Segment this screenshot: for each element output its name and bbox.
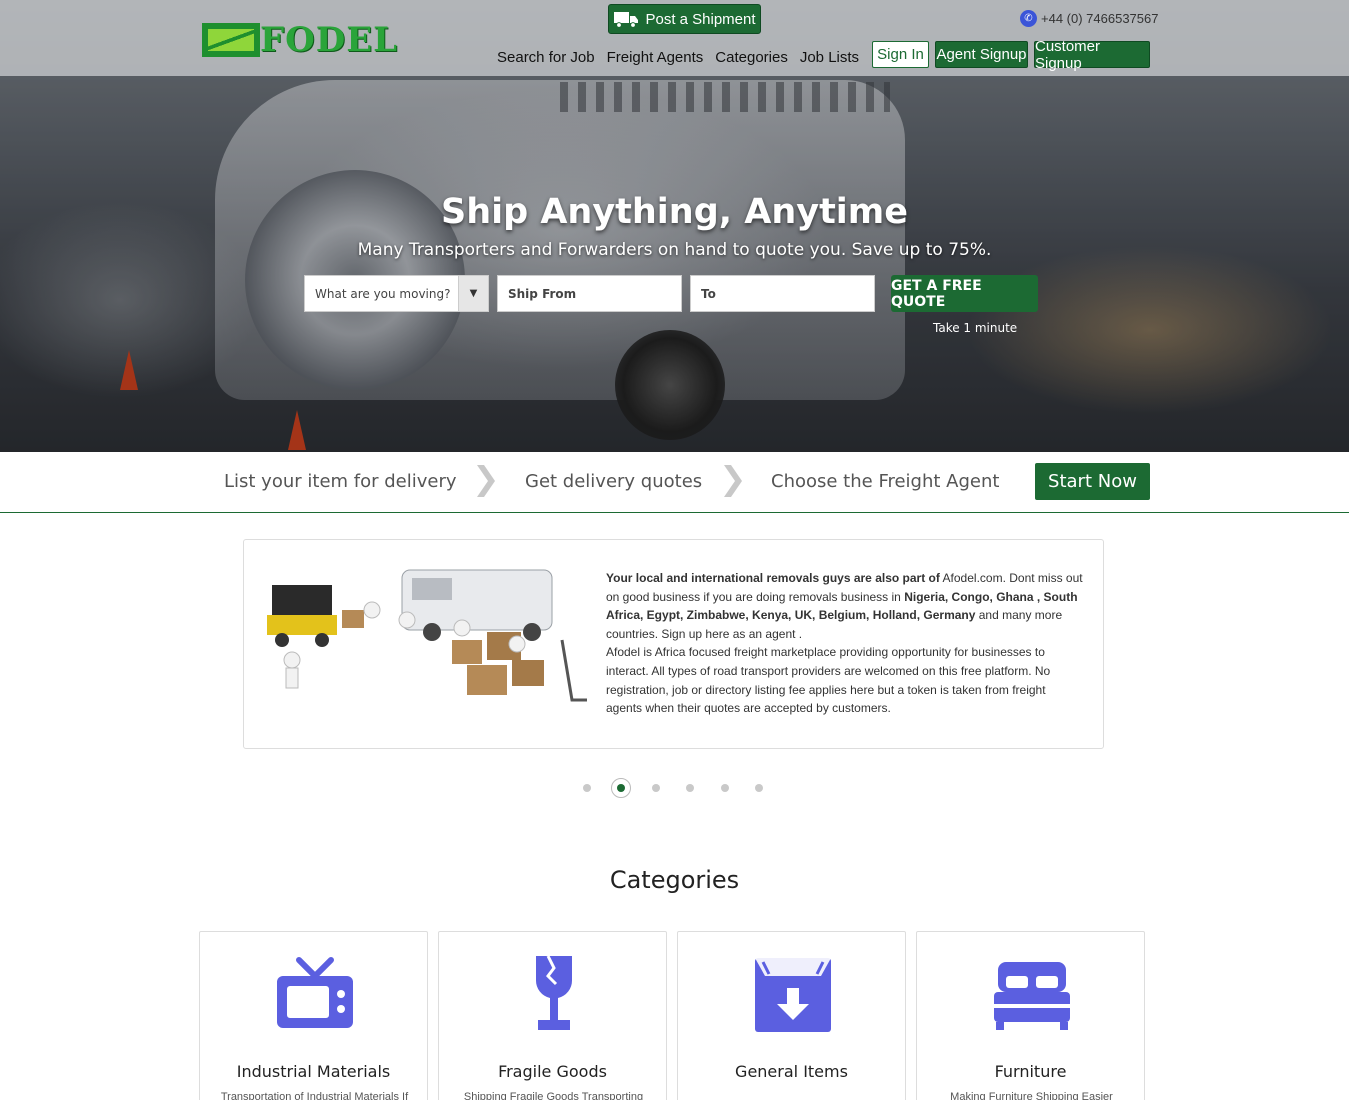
customer-signup-button[interactable]: Customer Signup — [1034, 38, 1150, 72]
category-card-industrial[interactable]: Industrial Materials Transportation of I… — [199, 931, 428, 1100]
phone-number: +44 (0) 7466537567 — [1041, 11, 1159, 26]
carousel-slide: Your local and international removals gu… — [243, 539, 1104, 749]
chevron-right-icon — [724, 465, 742, 497]
carousel-bold-intro: Your local and international removals gu… — [606, 571, 940, 585]
category-name: General Items — [735, 1062, 848, 1081]
carousel-dot[interactable] — [686, 784, 694, 792]
carousel-dot[interactable] — [721, 784, 729, 792]
category-name: Industrial Materials — [236, 1062, 391, 1081]
category-card-furniture[interactable]: Furniture Making Furniture Shipping Easi… — [916, 931, 1145, 1100]
moving-select[interactable]: What are you moving? ▼ — [304, 275, 489, 312]
category-desc: Transportation of Industrial Materials I… — [220, 1091, 409, 1100]
take-one-minute-note: Take 1 minute — [933, 321, 1018, 335]
box-download-icon — [755, 958, 831, 1032]
carousel-dots — [0, 778, 1349, 798]
ship-from-input[interactable]: Ship From — [497, 275, 682, 312]
carousel-paragraph-1: Your local and international removals gu… — [606, 569, 1084, 643]
logo-mark-icon — [202, 23, 260, 57]
carousel-dot[interactable] — [652, 784, 660, 792]
moving-select-value: What are you moving? — [315, 286, 451, 301]
step-choose-agent: Choose the Freight Agent — [771, 471, 1000, 492]
post-shipment-label: Post a Shipment — [645, 10, 756, 28]
bed-icon — [994, 962, 1070, 1030]
main-nav: Search for Job Freight Agents Categories… — [497, 49, 906, 66]
agent-signup-button[interactable]: Agent Signup — [935, 41, 1028, 68]
sign-in-button[interactable]: Sign In — [872, 41, 929, 68]
dropdown-arrow-icon: ▼ — [458, 276, 488, 311]
nav-freight-agents[interactable]: Freight Agents — [607, 49, 704, 66]
get-free-quote-button[interactable]: GET A FREE QUOTE — [891, 275, 1038, 312]
site-logo[interactable]: FODEL — [202, 22, 398, 58]
tv-icon — [277, 957, 353, 1028]
phone-icon: ✆ — [1020, 10, 1037, 27]
site-header: FODEL Post a Shipment ✆ +44 (0) 74665375… — [0, 0, 1349, 76]
phone-contact[interactable]: ✆ +44 (0) 7466537567 — [1020, 10, 1158, 27]
truck-icon — [614, 12, 639, 28]
ship-to-input[interactable]: To — [690, 275, 875, 312]
nav-job-lists-label: Job Lists — [799, 49, 860, 66]
step-get-quotes: Get delivery quotes — [525, 471, 703, 492]
step-list-item: List your item for delivery — [224, 471, 457, 492]
nav-search-for-job[interactable]: Search for Job — [497, 49, 595, 66]
hero-subtitle: Many Transporters and Forwarders on hand… — [357, 240, 992, 260]
post-shipment-button[interactable]: Post a Shipment — [608, 4, 761, 34]
carousel-paragraph-2: Afodel is Africa focused freight marketp… — [606, 645, 1051, 716]
hero-title: Ship Anything, Anytime — [440, 192, 909, 232]
chevron-right-icon — [477, 465, 495, 497]
category-name: Fragile Goods — [498, 1062, 607, 1081]
carousel-text: Your local and international removals gu… — [606, 569, 1084, 718]
carousel-dot-active[interactable] — [611, 778, 631, 798]
category-desc: Making Furniture Shipping Easier — [950, 1091, 1113, 1100]
category-desc: Shipping Fragile Goods Transporting — [463, 1091, 644, 1100]
nav-categories[interactable]: Categories — [715, 49, 788, 66]
category-card-general[interactable]: General Items — [677, 931, 906, 1100]
carousel-dot[interactable] — [583, 784, 591, 792]
categories-heading: Categories — [609, 866, 740, 894]
steps-bar: List your item for delivery Get delivery… — [0, 452, 1349, 513]
category-card-fragile[interactable]: Fragile Goods Shipping Fragile Goods Tra… — [438, 931, 667, 1100]
logo-text: FODEL — [260, 20, 399, 60]
broken-glass-icon — [535, 955, 573, 1030]
start-now-button[interactable]: Start Now — [1035, 463, 1150, 500]
removals-illustration — [267, 569, 587, 702]
category-name: Furniture — [994, 1062, 1067, 1081]
carousel-dot[interactable] — [755, 784, 763, 792]
